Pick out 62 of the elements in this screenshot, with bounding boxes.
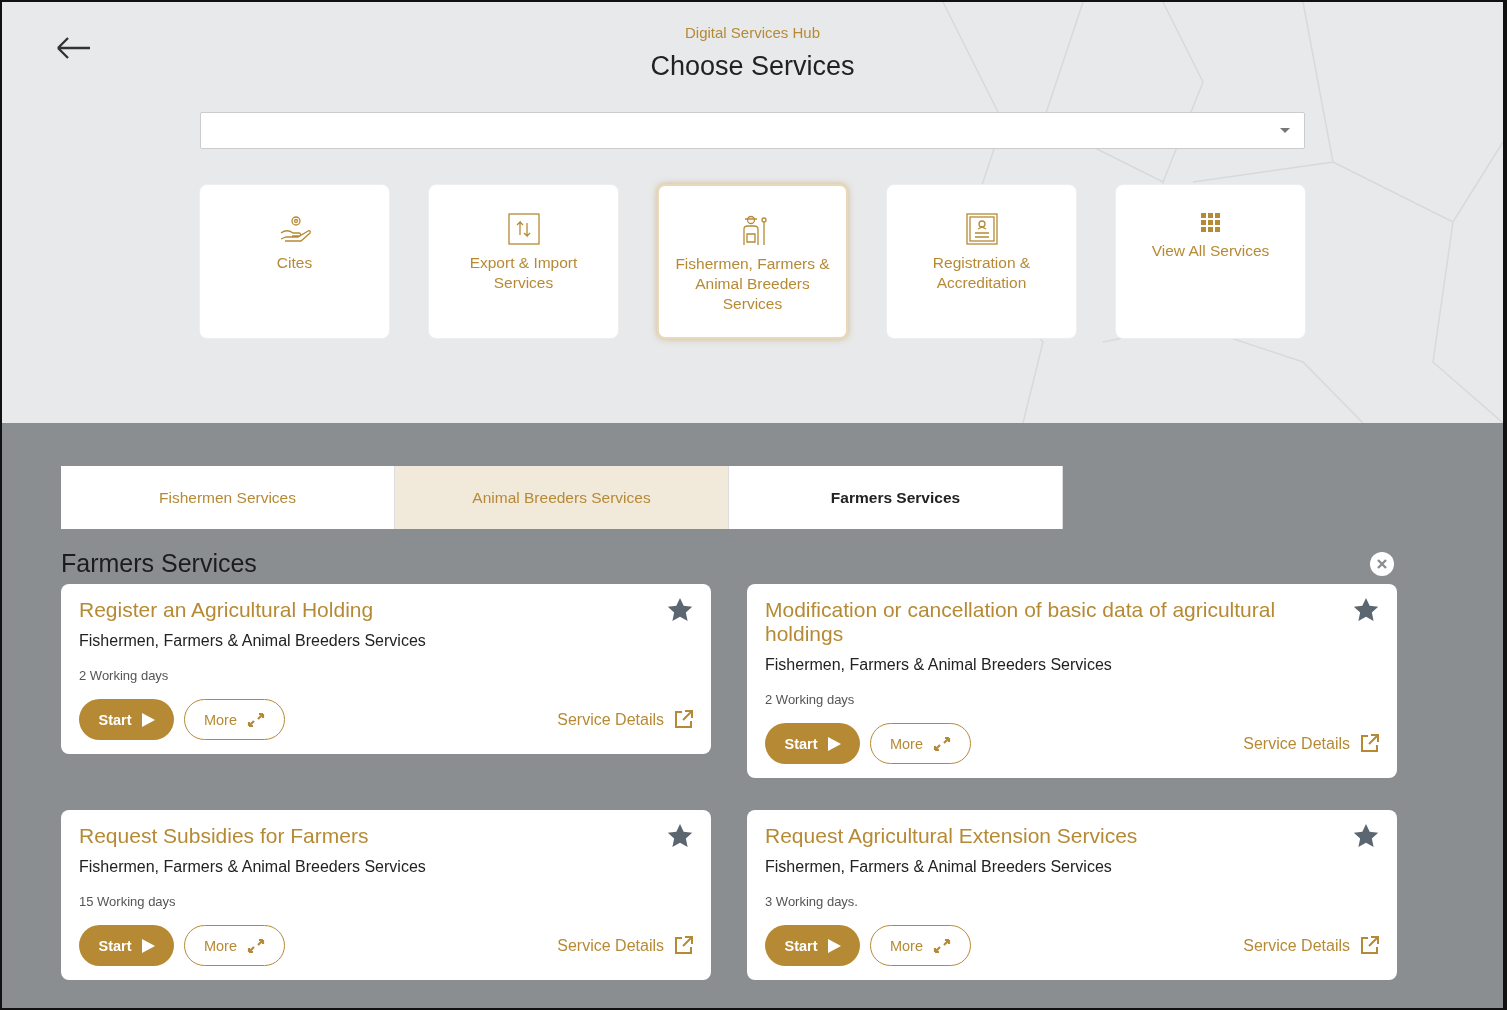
start-button[interactable]: Start	[765, 925, 860, 966]
category-card[interactable]: View All Services	[1115, 184, 1306, 339]
favorite-button[interactable]	[1353, 824, 1379, 848]
category-card[interactable]: Cites	[199, 184, 390, 339]
favorite-button[interactable]	[667, 598, 693, 622]
expand-icon	[247, 937, 265, 954]
category-card[interactable]: Export & Import Services	[428, 184, 619, 339]
more-button[interactable]: More	[870, 723, 971, 764]
service-title: Modification or cancellation of basic data of agricultural holdings	[765, 598, 1277, 646]
expand-icon	[933, 735, 951, 752]
external-link-icon	[1360, 734, 1379, 753]
favorite-button[interactable]	[667, 824, 693, 848]
grid-icon	[1200, 213, 1221, 233]
service-category: Fishermen, Farmers & Animal Breeders Services	[765, 858, 1113, 876]
back-arrow-icon	[56, 36, 92, 60]
caret-icon	[1280, 127, 1290, 134]
service-category: Fishermen, Farmers & Animal Breeders Services	[79, 858, 427, 876]
arrows-icon	[505, 213, 542, 245]
star-icon	[1353, 598, 1379, 622]
service-tab[interactable]: Farmers Services	[729, 466, 1063, 529]
service-category: Fishermen, Farmers & Animal Breeders Services	[79, 632, 427, 650]
service-duration: 3 Working days.	[765, 894, 859, 909]
start-button[interactable]: Start	[79, 699, 174, 740]
service-details-link[interactable]: Service Details	[557, 710, 693, 729]
close-icon	[1370, 551, 1394, 576]
play-icon	[141, 938, 155, 953]
more-button[interactable]: More	[184, 925, 285, 966]
external-link-icon	[674, 936, 693, 955]
star-icon	[1353, 824, 1379, 848]
service-duration: 2 Working days	[765, 692, 856, 707]
service-details-link[interactable]: Service Details	[557, 936, 693, 955]
more-button[interactable]: More	[870, 925, 971, 966]
category-card[interactable]: Registration & Accreditation	[886, 184, 1077, 339]
hub-subtitle: Digital Services Hub	[684, 24, 821, 41]
external-link-icon	[1360, 936, 1379, 955]
play-icon	[827, 736, 841, 751]
expand-icon	[933, 937, 951, 954]
service-duration: 15 Working days	[79, 894, 177, 909]
certificate-icon	[963, 213, 1000, 245]
service-tab[interactable]: Animal Breeders Services	[395, 466, 729, 529]
external-link-icon	[674, 710, 693, 729]
more-button[interactable]: More	[184, 699, 285, 740]
star-icon	[667, 598, 693, 622]
expand-icon	[247, 711, 265, 728]
category-card[interactable]: Fishermen, Farmers & Animal Breeders Services	[657, 184, 848, 339]
favorite-button[interactable]	[1353, 598, 1379, 622]
star-icon	[667, 824, 693, 848]
close-button[interactable]	[1370, 551, 1394, 576]
service-tab[interactable]: Fishermen Services	[61, 466, 395, 529]
service-details-link[interactable]: Service Details	[1243, 734, 1379, 753]
service-details-link[interactable]: Service Details	[1243, 936, 1379, 955]
service-duration: 2 Working days	[79, 668, 170, 683]
section-title: Farmers Services	[61, 549, 257, 578]
service-title: Request Agricultural Extension Services	[765, 824, 1138, 848]
service-title: Register an Agricultural Holding	[79, 598, 374, 622]
start-button[interactable]: Start	[79, 925, 174, 966]
service-title: Request Subsidies for Farmers	[79, 824, 369, 848]
service-category: Fishermen, Farmers & Animal Breeders Services	[765, 656, 1113, 674]
start-button[interactable]: Start	[765, 723, 860, 764]
play-icon	[141, 712, 155, 727]
play-icon	[827, 938, 841, 953]
page-title: Choose Services	[650, 51, 855, 82]
